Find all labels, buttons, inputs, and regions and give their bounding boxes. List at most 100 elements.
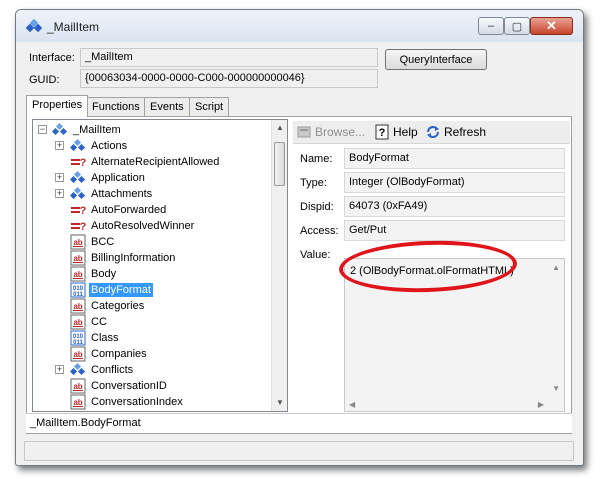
close-button[interactable]: ✕ (530, 17, 573, 35)
tree-item[interactable]: ? AutoResolvedWinner (33, 218, 273, 234)
browse-icon (297, 126, 311, 138)
string-icon: ab (70, 394, 86, 410)
scroll-up-icon[interactable]: ▲ (272, 120, 287, 136)
type-value: Integer (OlBodyFormat) (349, 176, 465, 188)
svg-text:?: ? (379, 127, 386, 139)
name-field[interactable]: BodyFormat (344, 148, 565, 169)
scroll-thumb[interactable] (274, 142, 285, 186)
tree-scrollbar[interactable]: ▲ ▼ (271, 120, 287, 411)
scroll-down-icon[interactable]: ▼ (272, 395, 287, 411)
tree-item-label: Categories (91, 300, 145, 312)
help-button[interactable]: ? Help (374, 124, 418, 140)
tree-item-label: AutoResolvedWinner (91, 220, 195, 232)
svg-text:?: ? (80, 157, 86, 169)
tree-item[interactable]: ab ConversationIndex (33, 394, 273, 410)
tab-events[interactable]: Events (144, 97, 190, 116)
tree-item[interactable]: + Conflicts (33, 362, 273, 378)
tree-root[interactable]: − _MailItem (33, 122, 273, 138)
string-icon: ab (70, 346, 86, 362)
tree-item-label: ConversationID (91, 380, 167, 392)
string-icon: ab (70, 234, 86, 250)
tree-item[interactable]: ab BillingInformation (33, 250, 273, 266)
value-scroll-left-icon[interactable]: ◀ (349, 400, 355, 409)
refresh-button[interactable]: Refresh (425, 124, 486, 140)
access-field[interactable]: Get/Put (344, 220, 565, 241)
tree-item[interactable]: + Actions (33, 138, 273, 154)
tree-item[interactable]: 010 011 Class (33, 330, 273, 346)
details-panel: Browse... ? Help Refresh Name: BodyForma… (293, 121, 570, 412)
dispid-label: Dispid: (300, 201, 334, 213)
object-cubes-icon (52, 122, 68, 136)
svg-text:ab: ab (73, 302, 82, 311)
guid-field[interactable]: {00063034-0000-0000-C000-000000000046} (80, 69, 378, 88)
access-label: Access: (300, 225, 339, 237)
interface-value: _MailItem (85, 51, 133, 63)
value-scroll-down-icon[interactable]: ▼ (552, 384, 560, 393)
refresh-label: Refresh (444, 125, 487, 139)
details-toolbar: Browse... ? Help Refresh (293, 121, 570, 144)
tab-properties[interactable]: Properties (26, 95, 89, 117)
tree-item-label: Conflicts (91, 364, 134, 376)
query-interface-button[interactable]: QueryInterface (385, 49, 487, 70)
object-cubes-icon (70, 362, 86, 376)
maximize-button[interactable]: ▢ (504, 17, 530, 35)
svg-text:ab: ab (73, 382, 82, 391)
expand-icon[interactable]: + (55, 189, 64, 198)
string-icon: ab (70, 314, 86, 330)
tree-item-label: Class (91, 332, 119, 344)
value-label: Value: (300, 249, 331, 261)
tree-item[interactable]: ab Categories (33, 298, 273, 314)
svg-text:?: ? (80, 221, 86, 233)
tree-item[interactable]: ab BCC (33, 234, 273, 250)
dispid-field[interactable]: 64073 (0xFA49) (344, 196, 565, 217)
tree-item[interactable]: ab ConversationID (33, 378, 273, 394)
help-icon: ? (375, 124, 389, 140)
svg-text:?: ? (80, 205, 86, 217)
tree-item-label: BodyFormat (89, 283, 153, 297)
access-value: Get/Put (349, 224, 387, 236)
boolean-icon: ? (71, 157, 86, 169)
tree-item-label: Application (91, 172, 145, 184)
object-cubes-icon (26, 19, 42, 33)
tree-item[interactable]: + Application (33, 170, 273, 186)
interface-label: Interface: (29, 52, 75, 64)
tree-item-label: ConversationIndex (91, 396, 183, 408)
tree-item-label: Companies (91, 348, 147, 360)
tree-item-label: Attachments (91, 188, 153, 200)
tab-script[interactable]: Script (189, 97, 230, 116)
dispid-value: 64073 (0xFA49) (349, 200, 428, 212)
tab-functions[interactable]: Functions (86, 97, 146, 116)
status-text: _MailItem.BodyFormat (30, 417, 141, 429)
svg-text:ab: ab (73, 398, 82, 407)
tree-item[interactable]: ? AutoForwarded (33, 202, 273, 218)
svg-text:ab: ab (73, 254, 82, 263)
string-icon: ab (70, 378, 86, 394)
tree-item[interactable]: ab Body (33, 266, 273, 282)
integer-icon: 010011 (70, 282, 86, 298)
minimize-button[interactable]: – (478, 17, 504, 35)
value-scroll-right-icon[interactable]: ▶ (538, 400, 544, 409)
browse-button[interactable]: Browse... (296, 124, 365, 140)
tree-item-label: BillingInformation (91, 252, 176, 264)
expand-icon[interactable]: + (55, 173, 64, 182)
svg-text:ab: ab (73, 238, 82, 247)
member-tree[interactable]: − _MailItem + Actions? AlternateRecipientA… (32, 119, 288, 412)
help-label: Help (393, 125, 418, 139)
interface-field[interactable]: _MailItem (80, 48, 378, 67)
svg-text:ab: ab (73, 270, 82, 279)
tree-item[interactable]: ab CC (33, 314, 273, 330)
tree-item[interactable]: 010 011 BodyFormat (33, 282, 273, 298)
tree-item[interactable]: ab Companies (33, 346, 273, 362)
application-window: _MailItem – ▢ ✕ Interface: _MailItem GUI… (15, 9, 584, 466)
expand-icon[interactable]: + (55, 365, 64, 374)
title-bar[interactable]: _MailItem – ▢ ✕ (16, 10, 583, 42)
type-field[interactable]: Integer (OlBodyFormat) (344, 172, 565, 193)
tree-item[interactable]: ? AlternateRecipientAllowed (33, 154, 273, 170)
svg-text:ab: ab (73, 318, 82, 327)
object-cubes-icon (70, 138, 86, 152)
collapse-icon[interactable]: − (38, 125, 47, 134)
value-scroll-up-icon[interactable]: ▲ (552, 263, 560, 272)
tree-item[interactable]: + Attachments (33, 186, 273, 202)
expand-icon[interactable]: + (55, 141, 64, 150)
guid-value: {00063034-0000-0000-C000-000000000046} (85, 72, 305, 84)
